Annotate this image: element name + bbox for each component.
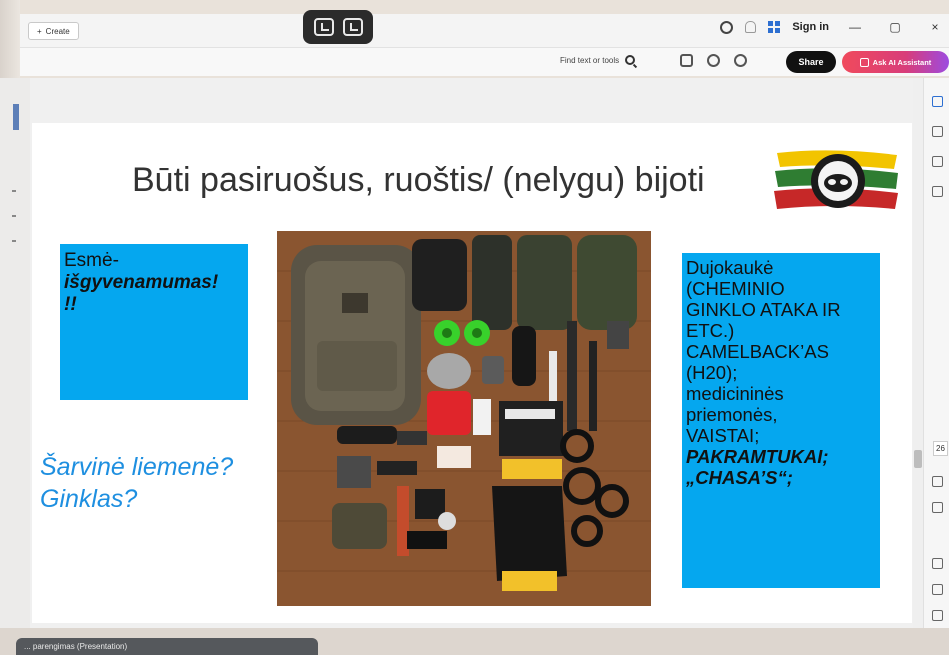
scroll-down-icon[interactable] xyxy=(932,502,943,513)
screen-share-controls xyxy=(303,10,373,44)
find-tools[interactable]: Find text or tools xyxy=(560,55,636,65)
notification-icon[interactable] xyxy=(745,21,757,33)
ai-icon xyxy=(859,57,869,67)
edit-tool-icon[interactable] xyxy=(932,96,943,107)
equipment-line4: ETC.) xyxy=(686,320,735,341)
document-toolbar: Find text or tools Share Ask AI Assistan… xyxy=(20,48,949,76)
plus-icon: + xyxy=(37,26,42,36)
attach-icon[interactable] xyxy=(932,186,943,197)
right-tool-rail xyxy=(923,78,949,628)
equipment-line5: CAMELBACK’AS xyxy=(686,341,829,362)
slide-page: Būti pasiruošus, ruoštis/ (nelygu) bijot… xyxy=(32,123,912,623)
equipment-line7: medicininės xyxy=(686,383,784,404)
ai-assistant-button[interactable]: Ask AI Assistant xyxy=(842,51,949,73)
help-icon[interactable] xyxy=(720,20,734,34)
search-icon[interactable] xyxy=(625,55,636,65)
essence-box: Esmė- išgyvenamumas! !! xyxy=(60,244,248,400)
slide-title: Būti pasiruošus, ruoštis/ (nelygu) bijot… xyxy=(132,161,705,199)
comment-icon[interactable] xyxy=(734,54,747,67)
essence-line3: !! xyxy=(64,294,77,315)
apps-grid-icon[interactable] xyxy=(768,21,781,33)
armor-question: Šarvinė liemenė? Ginklas? xyxy=(40,451,233,515)
scroll-up-icon[interactable] xyxy=(932,476,943,487)
ai-assistant-label: Ask AI Assistant xyxy=(872,57,932,67)
equipment-line11: „CHASA’S“; xyxy=(686,467,793,488)
stop-share-icon[interactable] xyxy=(313,18,334,36)
organization-logo xyxy=(774,150,898,209)
minimize-button[interactable]: — xyxy=(841,20,869,34)
left-panel-handle[interactable] xyxy=(13,104,19,130)
copy-icon[interactable] xyxy=(932,584,943,595)
comment-tool-icon[interactable] xyxy=(932,126,943,137)
left-thumbnail-panel xyxy=(0,78,30,628)
close-button[interactable]: × xyxy=(921,20,949,34)
equipment-line9: VAISTAI; xyxy=(686,425,760,446)
page-number[interactable]: 26 xyxy=(933,441,948,456)
equipment-line1: Dujokaukė xyxy=(686,257,774,278)
essence-line2: išgyvenamumas! xyxy=(64,272,219,293)
equipment-line6: (H20); xyxy=(686,362,738,383)
rotate-icon[interactable] xyxy=(932,558,943,569)
taskbar-window-tab[interactable]: ... parengimas (Presentation) xyxy=(16,638,318,655)
title-bar: + Create Sign in — ▢ × xyxy=(20,14,949,48)
equipment-line2: (CHEMINIO xyxy=(686,278,785,299)
create-label: Create xyxy=(45,26,70,36)
create-button[interactable]: + Create xyxy=(28,22,79,40)
armor-line2: Ginklas? xyxy=(40,485,138,513)
share-screen-icon[interactable] xyxy=(342,18,363,36)
gear-photo xyxy=(277,231,651,606)
equipment-box: Dujokaukė (CHEMINIO GINKLO ATAKA IR ETC.… xyxy=(682,253,880,588)
title-bar-right: Sign in — ▢ × xyxy=(720,20,949,34)
maximize-button[interactable]: ▢ xyxy=(881,20,909,34)
print-icon[interactable] xyxy=(680,54,693,67)
scrollbar-thumb[interactable] xyxy=(914,450,922,468)
equipment-line10: PAKRAMTUKAI; xyxy=(686,446,829,467)
share-button[interactable]: Share xyxy=(786,51,836,73)
left-panel-dot xyxy=(12,240,16,242)
sign-in-link[interactable]: Sign in xyxy=(792,21,829,33)
armor-line1: Šarvinė liemenė? xyxy=(40,453,234,481)
essence-line1: Esmė- xyxy=(64,250,119,271)
bookmark-icon[interactable] xyxy=(932,156,943,167)
vertical-scrollbar[interactable] xyxy=(913,78,923,628)
cloud-upload-icon[interactable] xyxy=(707,54,720,67)
zoom-icon[interactable] xyxy=(932,610,943,621)
toolbar-icons xyxy=(680,54,747,67)
equipment-line3: GINKLO ATAKA IR xyxy=(686,299,841,320)
find-label: Find text or tools xyxy=(560,55,620,65)
equipment-line8: priemonės, xyxy=(686,404,778,425)
left-panel-dot xyxy=(12,215,16,217)
left-panel-dot xyxy=(12,190,16,192)
